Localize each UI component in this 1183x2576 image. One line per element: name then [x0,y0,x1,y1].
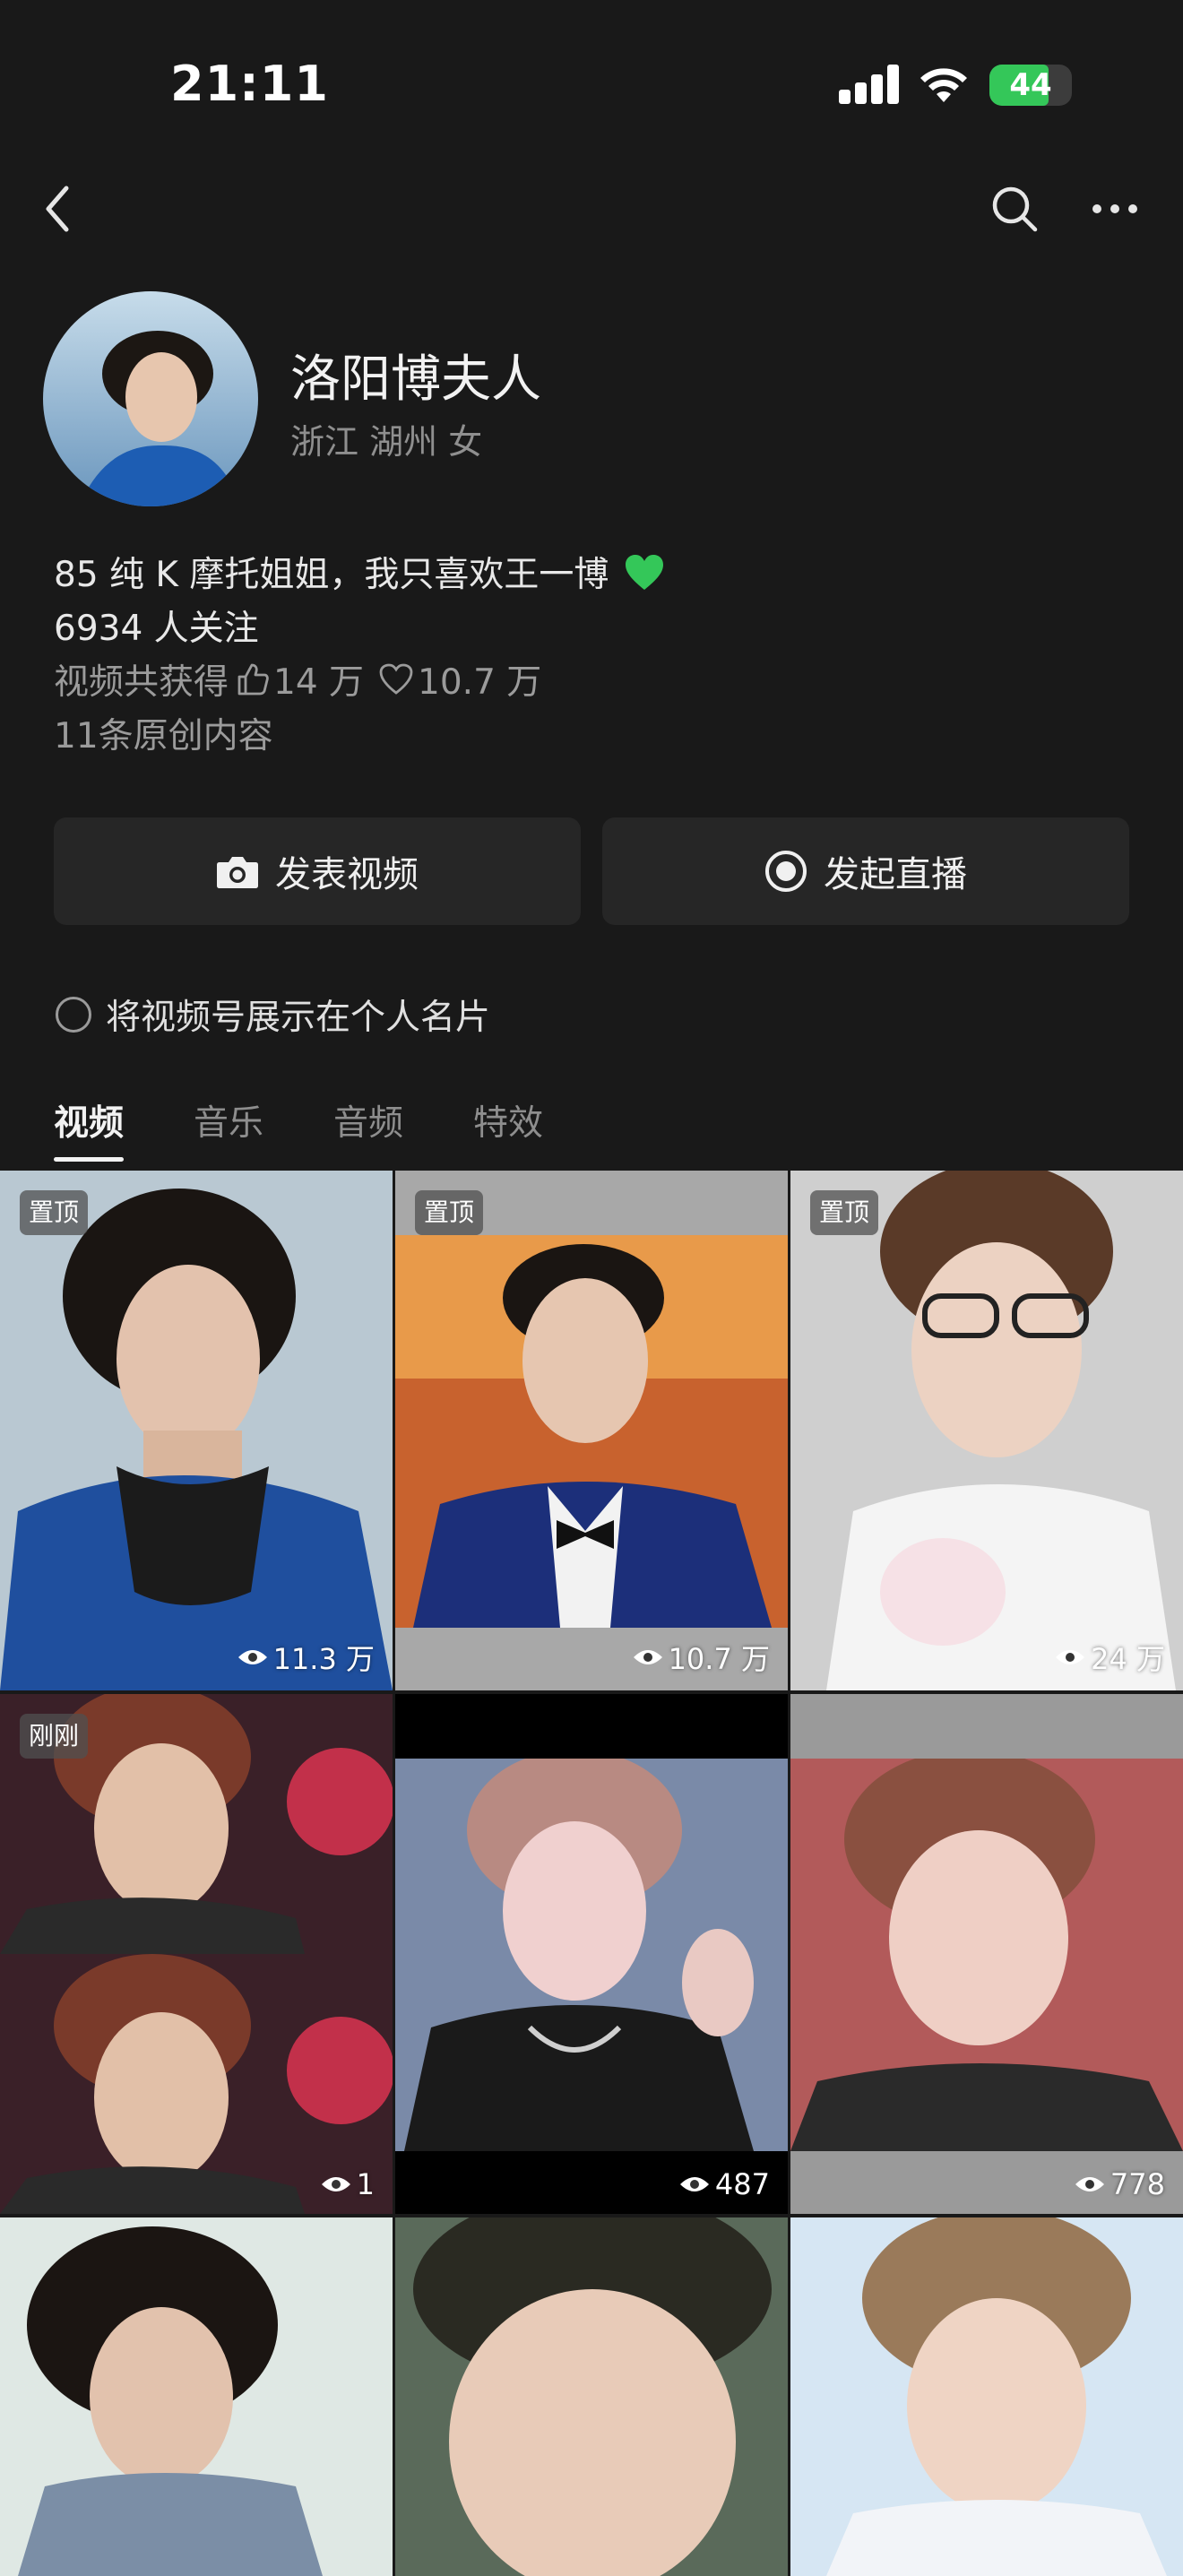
heart-icon [379,663,413,695]
wifi-icon [920,68,967,102]
view-count-text: 10.7 万 [668,1642,770,1676]
original-content-count: 11条原创内容 [54,716,273,756]
pinned-badge: 置顶 [20,1190,89,1235]
view-count: 1 [321,2167,375,2201]
video-tile[interactable] [0,2217,393,2576]
camera-icon [217,857,258,888]
status-bar: 21:11 44 [0,0,1183,170]
view-count-text: 1 [356,2167,375,2201]
view-count: 778 [1075,2167,1165,2201]
view-count: 24 万 [1055,1637,1165,1678]
eye-icon [321,2177,350,2191]
thumbs-up-icon [237,663,269,696]
video-tile[interactable]: 置顶 24 万 [790,1171,1183,1690]
cellular-signal-icon [839,65,900,104]
green-heart-icon [625,555,663,590]
view-count: 487 [679,2167,770,2201]
radio-unchecked-icon[interactable] [56,997,91,1033]
view-count-text: 487 [714,2167,770,2201]
video-tile[interactable]: 置顶 10.7 万 [395,1171,788,1690]
show-on-card-toggle[interactable]: 将视频号展示在个人名片 [56,990,490,1040]
pinned-badge: 置顶 [415,1190,484,1235]
tab-audio[interactable]: 音频 [333,1095,403,1162]
status-time: 21:11 [170,56,329,112]
back-icon[interactable] [36,179,81,238]
eye-icon [237,1650,267,1664]
view-count-text: 778 [1110,2167,1165,2201]
pinned-badge: 置顶 [810,1190,879,1235]
view-count-text: 11.3 万 [272,1642,375,1676]
view-count: 11.3 万 [237,1637,375,1678]
more-icon[interactable] [1090,188,1140,229]
post-video-button[interactable]: 发表视频 [54,817,581,925]
eye-icon [1075,2177,1104,2191]
eye-icon [633,1650,662,1664]
post-video-label: 发表视频 [275,854,419,895]
just-now-badge: 刚刚 [20,1714,89,1759]
likes-summary: 视频共获得 14 万 10.7 万 [54,654,541,705]
video-tile[interactable]: 置顶 11.3 万 [0,1171,393,1690]
battery-icon: 44 [989,65,1072,106]
show-on-card-label: 将视频号展示在个人名片 [106,998,491,1038]
followers-count[interactable]: 6934 人关注 [54,601,259,651]
avatar[interactable] [43,291,258,506]
video-tile[interactable] [395,2217,788,2576]
start-live-label: 发起直播 [824,854,967,895]
view-count-text: 24 万 [1091,1642,1165,1676]
search-icon[interactable] [989,184,1040,234]
tab-effects[interactable]: 特效 [473,1095,543,1162]
eye-icon [679,2177,709,2191]
view-count: 10.7 万 [633,1637,770,1678]
bio-text: 85 纯 K 摩托姐姐，我只喜欢王一博 [54,555,609,595]
tab-videos[interactable]: 视频 [54,1095,125,1162]
video-tile[interactable]: 487 [395,1694,788,2214]
start-live-button[interactable]: 发起直播 [602,817,1129,925]
likes-thumbs-count: 14 万 [273,662,365,703]
live-icon [765,851,807,892]
likes-prefix: 视频共获得 [54,662,229,703]
video-tile[interactable] [790,2217,1183,2576]
tab-music[interactable]: 音乐 [194,1095,263,1162]
profile-bio: 85 纯 K 摩托姐姐，我只喜欢王一博 [54,547,665,597]
likes-hearts-count: 10.7 万 [418,662,542,703]
profile-name: 洛阳博夫人 [290,350,541,409]
video-tile[interactable]: 刚刚 1 [0,1694,393,2214]
profile-location: 浙江 湖州 女 [290,422,483,462]
video-tile[interactable]: 778 [790,1694,1183,2214]
battery-level: 44 [1009,67,1052,103]
content-tabs: 视频 音乐 音频 特效 [54,1095,613,1162]
eye-icon [1056,1650,1085,1664]
